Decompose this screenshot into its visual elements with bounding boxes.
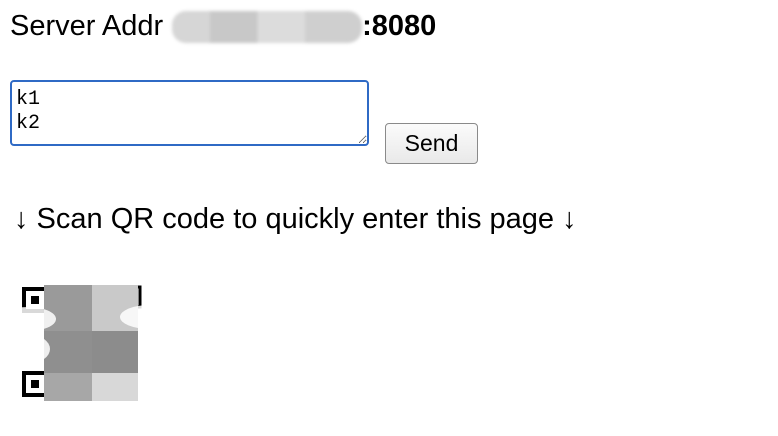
- server-address-line: Server Addr :8080: [10, 6, 436, 46]
- message-textarea[interactable]: [10, 80, 369, 146]
- send-button[interactable]: Send: [385, 123, 478, 164]
- page: Server Addr :8080 Send ↓ Scan QR code to…: [0, 0, 778, 436]
- redacted-ip-block: [172, 11, 363, 44]
- scan-qr-hint: ↓ Scan QR code to quickly enter this pag…: [14, 203, 577, 235]
- server-address-value: :8080: [172, 6, 436, 46]
- server-port: :8080: [362, 10, 437, 42]
- server-address-label: Server Addr: [10, 10, 164, 42]
- qr-code-icon: [0, 283, 190, 423]
